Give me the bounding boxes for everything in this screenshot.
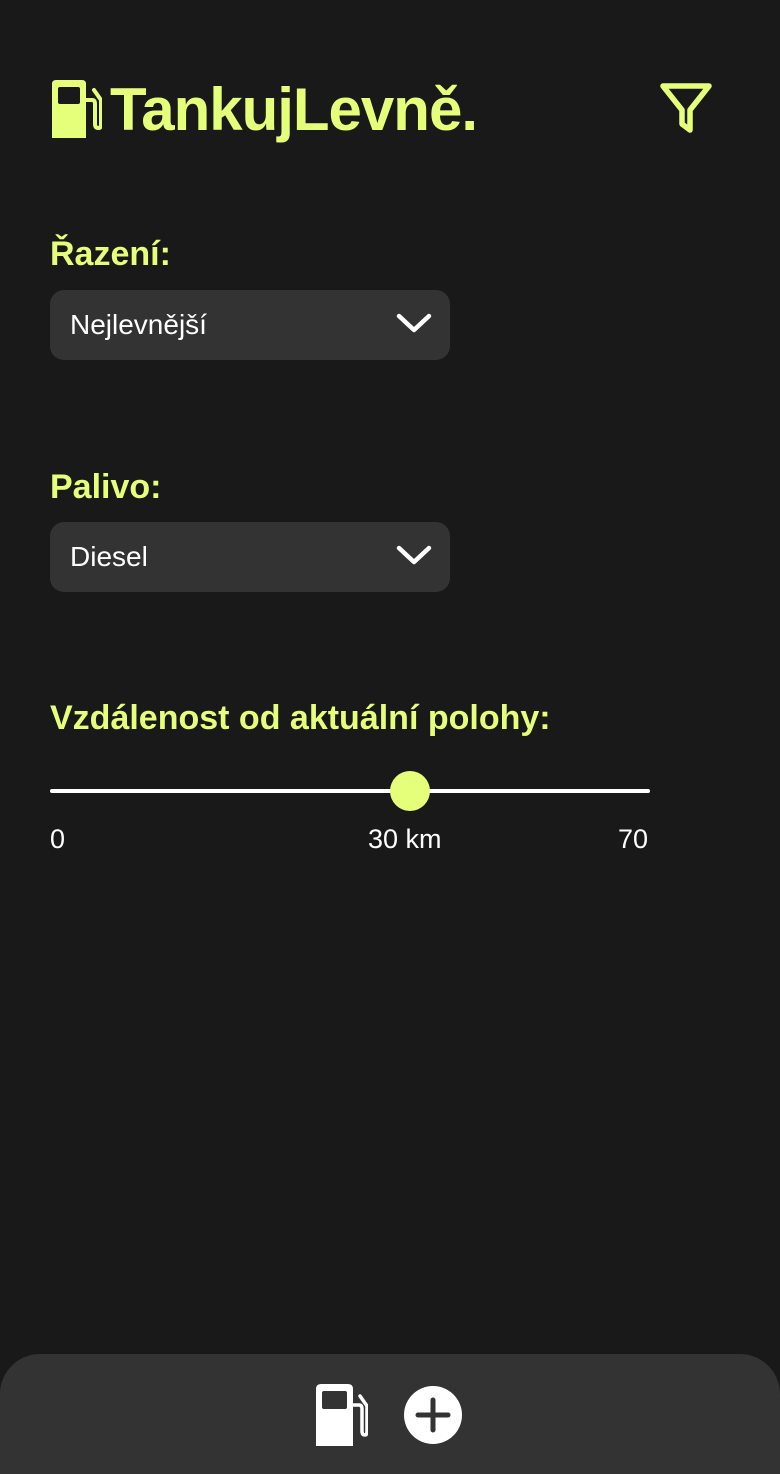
filter-icon: [660, 83, 712, 133]
slider-track: [50, 789, 650, 793]
app-title: TankujLevně.: [110, 76, 478, 143]
fuel-pump-icon: [316, 1384, 369, 1446]
fuel-select-value: Diesel: [70, 541, 148, 572]
sort-label: Řazení:: [50, 235, 171, 273]
sort-select-value: Nejlevnější: [70, 309, 207, 340]
distance-slider[interactable]: [50, 770, 650, 814]
slider-min-label: 0: [50, 824, 66, 854]
nav-stations-button[interactable]: [314, 1384, 369, 1446]
slider-thumb[interactable]: [390, 771, 430, 811]
bottom-nav: [0, 1354, 780, 1474]
nav-add-button[interactable]: [403, 1385, 463, 1445]
slider-value-label: 30 km: [368, 824, 442, 854]
plus-icon: [404, 1386, 462, 1444]
fuel-select[interactable]: Diesel: [50, 522, 450, 592]
chevron-down-icon: [396, 313, 432, 333]
distance-label: Vzdálenost od aktuální polohy:: [50, 699, 551, 737]
app-header: TankujLevně.: [50, 78, 730, 142]
slider-max-label: 70: [618, 824, 649, 854]
chevron-down-icon: [396, 545, 432, 565]
fuel-pump-icon: [52, 80, 102, 138]
fuel-label: Palivo:: [50, 468, 162, 506]
sort-select[interactable]: Nejlevnější: [50, 290, 450, 360]
filter-button[interactable]: [656, 80, 716, 138]
